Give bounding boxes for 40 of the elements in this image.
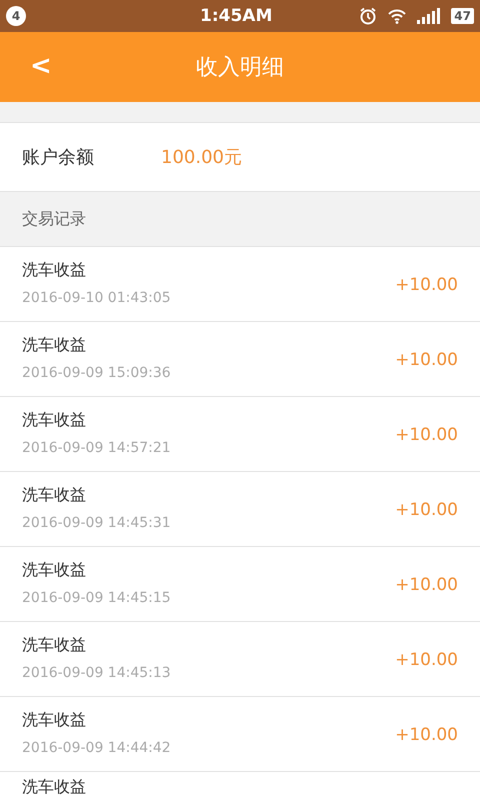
transaction-row[interactable]: 洗车收益 2016-09-09 14:57:21 +10.00 xyxy=(0,397,480,472)
transaction-amount: +10.00 xyxy=(395,424,458,446)
transaction-title: 洗车收益 xyxy=(22,634,87,656)
transaction-row[interactable]: 洗车收益 2016-09-09 14:45:13 +10.00 xyxy=(0,622,480,697)
transaction-time: 2016-09-09 14:45:31 xyxy=(22,514,171,532)
transaction-time: 2016-09-09 14:44:42 xyxy=(22,739,171,757)
transaction-row[interactable]: 洗车收益 2016-09-09 15:09:36 +10.00 xyxy=(0,322,480,397)
transaction-time: 2016-09-10 01:43:05 xyxy=(22,289,171,307)
balance-value: 100.00元 xyxy=(161,146,242,170)
status-time: 1:45AM xyxy=(200,6,272,26)
transaction-title: 洗车收益 xyxy=(22,259,87,281)
transaction-amount: +10.00 xyxy=(395,274,458,296)
transaction-row[interactable]: 洗车收益 2016-09-09 14:45:31 +10.00 xyxy=(0,472,480,547)
battery-indicator: 47 xyxy=(451,8,474,24)
transaction-title: 洗车收益 xyxy=(22,409,87,431)
transaction-time: 2016-09-09 14:45:13 xyxy=(22,664,171,682)
transaction-amount: +10.00 xyxy=(395,499,458,521)
transaction-row[interactable]: 洗车收益 2016-09-10 01:43:05 +10.00 xyxy=(0,247,480,322)
signal-icon xyxy=(417,8,442,24)
transaction-row[interactable]: 洗车收益 2016-09-09 14:45:15 +10.00 xyxy=(0,547,480,622)
transaction-amount: +10.00 xyxy=(395,574,458,596)
notification-badge: 4 xyxy=(6,6,26,26)
transaction-amount: +10.00 xyxy=(395,649,458,671)
alarm-icon xyxy=(359,7,378,25)
transaction-time: 2016-09-09 14:57:21 xyxy=(22,439,171,457)
balance-label: 账户余额 xyxy=(22,146,95,170)
transaction-row[interactable]: 洗车收益 xyxy=(0,772,480,800)
transaction-title: 洗车收益 xyxy=(22,709,87,731)
transaction-time: 2016-09-09 15:09:36 xyxy=(22,364,171,382)
section-title: 交易记录 xyxy=(22,208,86,230)
transaction-time: 2016-09-09 14:45:15 xyxy=(22,589,171,607)
wifi-icon xyxy=(387,8,408,24)
transaction-title: 洗车收益 xyxy=(22,334,87,356)
transaction-amount: +10.00 xyxy=(395,349,458,371)
transaction-amount: +10.00 xyxy=(395,724,458,746)
transaction-title: 洗车收益 xyxy=(22,776,86,798)
transaction-row[interactable]: 洗车收益 2016-09-09 14:44:42 +10.00 xyxy=(0,697,480,772)
page-title: 收入明细 xyxy=(196,54,284,82)
transaction-title: 洗车收益 xyxy=(22,484,87,506)
transaction-title: 洗车收益 xyxy=(22,559,87,581)
